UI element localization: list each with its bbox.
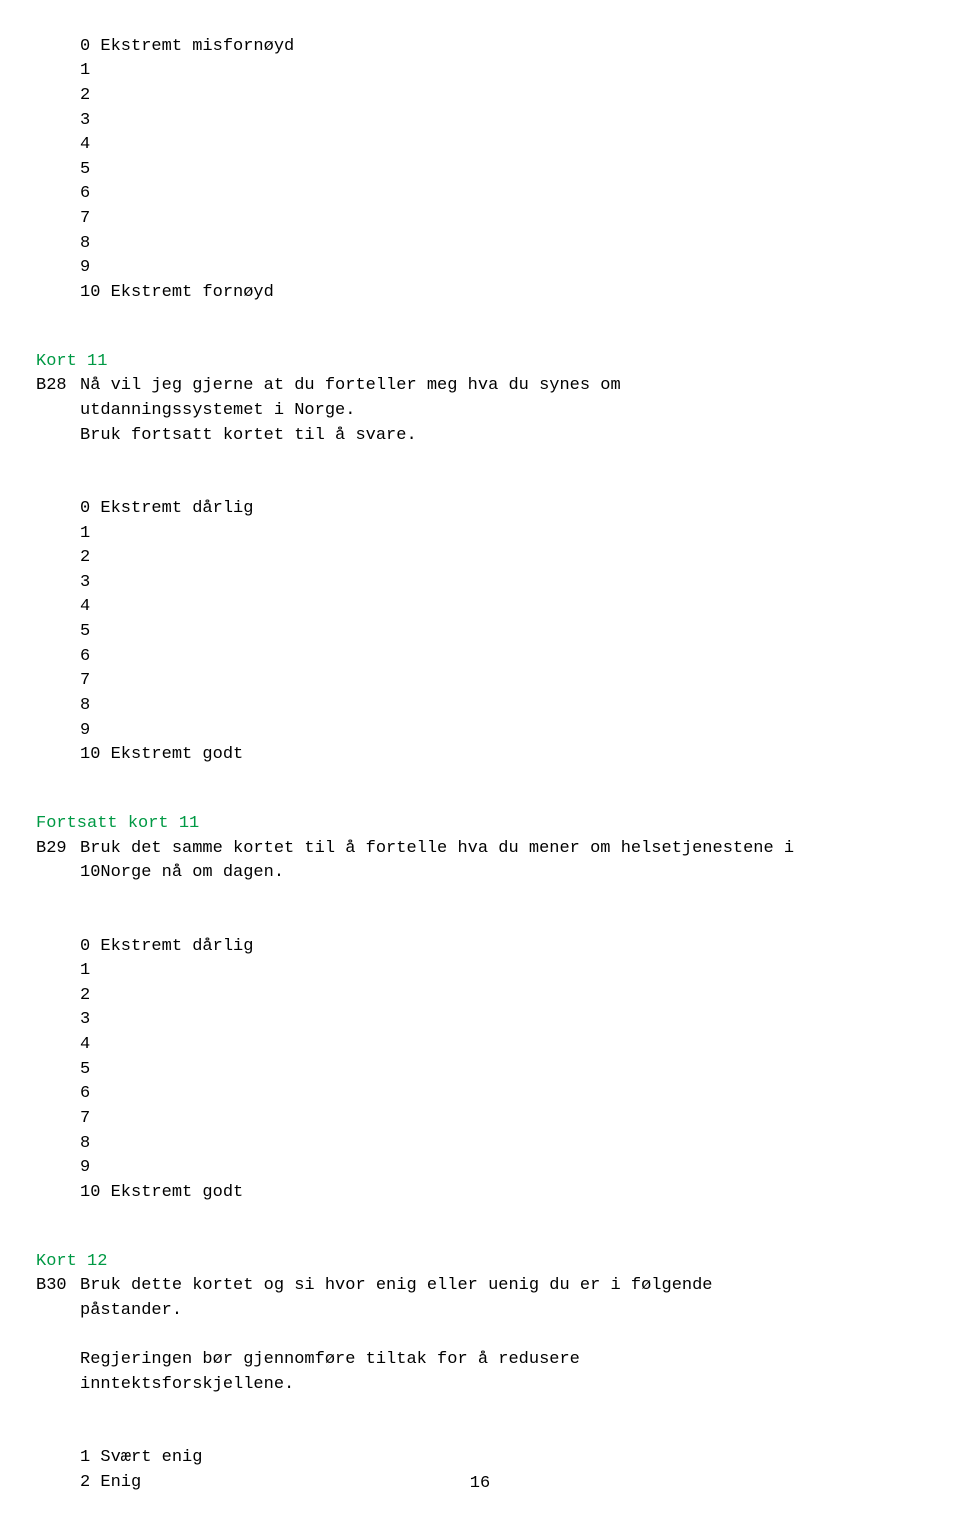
scale-4: 4 <box>80 1035 90 1054</box>
scale-2: 2 <box>80 548 90 567</box>
fortsatt-kort-11-label: Fortsatt kort 11 <box>36 814 199 833</box>
kort-12-label: Kort 12 <box>36 1252 107 1271</box>
b27-scale: 0 Ekstremt misfornøyd 1 2 3 4 5 6 7 8 9 … <box>0 10 960 306</box>
scale-9: 9 <box>80 258 90 277</box>
scale-7: 7 <box>80 671 90 690</box>
scale-4: 4 <box>80 135 90 154</box>
scale-6: 6 <box>80 647 90 666</box>
b29-scale: 0 Ekstremt dårlig 1 2 3 4 5 6 7 8 9 10 E… <box>0 910 960 1206</box>
scale-2: 2 <box>80 86 90 105</box>
scale-9: 9 <box>80 1158 90 1177</box>
scale-10: 10 Ekstremt godt <box>80 1183 243 1202</box>
kort-12-header: Kort 12 <box>0 1250 960 1275</box>
scale-4: 4 <box>80 597 90 616</box>
scale-0: 0 Ekstremt misfornøyd <box>80 37 294 56</box>
scale-0: 0 Ekstremt dårlig <box>80 937 253 956</box>
scale-0: 0 Ekstremt dårlig <box>80 499 253 518</box>
b29-text: Bruk det samme kortet til å fortelle hva… <box>80 837 794 886</box>
scale-8: 8 <box>80 1134 90 1153</box>
scale-5: 5 <box>80 1060 90 1079</box>
b30-line3: Regjeringen bør gjennomføre tiltak for å… <box>80 1350 580 1369</box>
b29-code: B29 <box>36 837 80 862</box>
b29-row: B29Bruk det samme kortet til å fortelle … <box>0 837 960 886</box>
b30-code: B30 <box>36 1274 80 1299</box>
scale-1: 1 <box>80 524 90 543</box>
scale-8: 8 <box>80 696 90 715</box>
scale-6: 6 <box>80 184 90 203</box>
scale-10: 10 Ekstremt fornøyd <box>80 283 274 302</box>
b30-line1: Bruk dette kortet og si hvor enig eller … <box>80 1276 713 1295</box>
scale-2: 2 <box>80 986 90 1005</box>
b30-text: Bruk dette kortet og si hvor enig eller … <box>80 1274 713 1397</box>
scale-1: 1 <box>80 61 90 80</box>
b30-line4: inntektsforskjellene. <box>80 1375 294 1394</box>
b28-line2: utdanningssystemet i Norge. <box>80 401 355 420</box>
b28-code: B28 <box>36 374 80 399</box>
b30-row: B30Bruk dette kortet og si hvor enig ell… <box>0 1274 960 1397</box>
scale-5: 5 <box>80 160 90 179</box>
kort-11-header: Kort 11 <box>0 350 960 375</box>
scale-1: 1 <box>80 961 90 980</box>
page-number: 16 <box>0 1472 960 1497</box>
b30-line2: påstander. <box>80 1301 182 1320</box>
scale-3: 3 <box>80 111 90 130</box>
scale-7: 7 <box>80 1109 90 1128</box>
scale-8: 8 <box>80 234 90 253</box>
scale-9: 9 <box>80 721 90 740</box>
kort-11-label: Kort 11 <box>36 352 107 371</box>
b28-line1: Nå vil jeg gjerne at du forteller meg hv… <box>80 376 621 395</box>
b28-text: Nå vil jeg gjerne at du forteller meg hv… <box>80 374 621 448</box>
scale-10: 10 Ekstremt godt <box>80 745 243 764</box>
scale-3: 3 <box>80 573 90 592</box>
scale-3: 3 <box>80 1010 90 1029</box>
scale-5: 5 <box>80 622 90 641</box>
b28-line3: Bruk fortsatt kortet til å svare. <box>80 426 417 445</box>
scale-1: 1 Svært enig <box>80 1448 202 1467</box>
b28-scale: 0 Ekstremt dårlig 1 2 3 4 5 6 7 8 9 10 E… <box>0 472 960 768</box>
b28-row: B28Nå vil jeg gjerne at du forteller meg… <box>0 374 960 448</box>
scale-6: 6 <box>80 1084 90 1103</box>
fortsatt-kort-11-header: Fortsatt kort 11 <box>0 812 960 837</box>
b29-line1: Bruk det samme kortet til å fortelle hva… <box>80 839 794 858</box>
scale-7: 7 <box>80 209 90 228</box>
b29-line2: 10Norge nå om dagen. <box>80 863 284 882</box>
